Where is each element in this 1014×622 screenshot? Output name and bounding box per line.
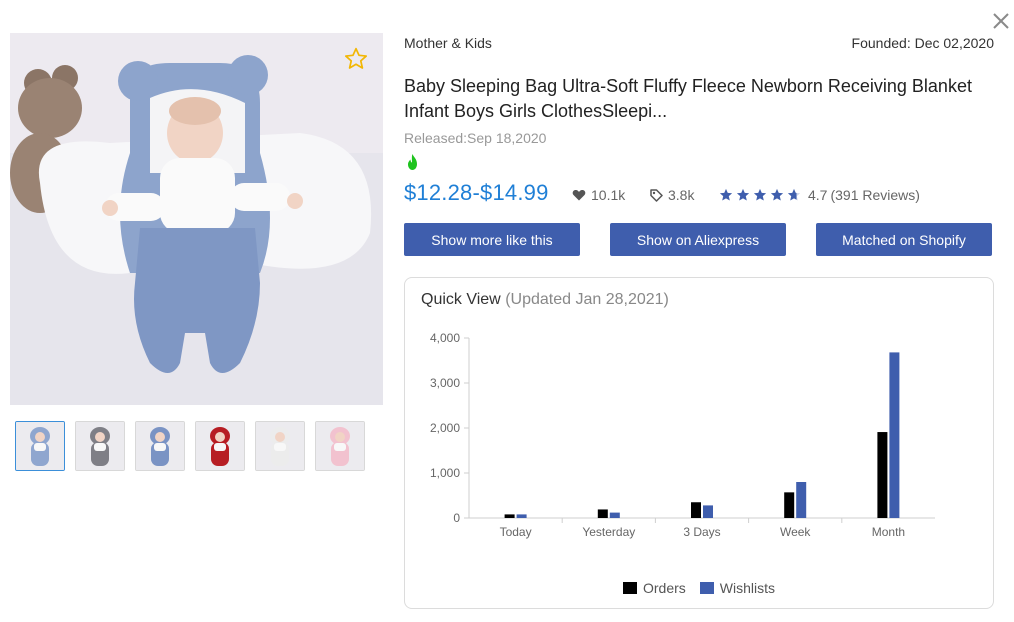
chart-legend: Orders Wishlists	[405, 580, 993, 596]
show-more-button[interactable]: Show more like this	[404, 223, 580, 256]
bar-orders-week	[784, 492, 795, 518]
likes-stat: 10.1k	[572, 187, 625, 203]
y-tick-label: 3,000	[430, 376, 460, 390]
bar-orders-3-days	[691, 502, 701, 518]
review-count: (391 Reviews)	[830, 187, 920, 203]
y-tick-label: 1,000	[430, 466, 460, 480]
product-main-image	[10, 33, 383, 405]
star-icon	[719, 188, 733, 201]
x-tick-label: Today	[500, 525, 532, 539]
legend-swatch	[622, 582, 637, 594]
close-icon[interactable]	[990, 10, 1012, 32]
tag-icon	[650, 188, 663, 202]
star-icon	[770, 188, 784, 201]
matched-on-shopify-button[interactable]: Matched on Shopify	[816, 223, 992, 256]
bar-orders-month	[877, 432, 888, 518]
legend-swatch	[699, 582, 714, 594]
product-title: Baby Sleeping Bag Ultra-Soft Fluffy Flee…	[404, 76, 972, 121]
thumbnail-2[interactable]	[75, 421, 125, 471]
released-date: Released:Sep 18,2020	[404, 130, 547, 146]
bar-wishlists-yesterday	[609, 512, 620, 518]
star-outline-icon[interactable]	[343, 46, 369, 72]
fire-icon	[408, 154, 417, 170]
price-range: $12.28-$14.99	[404, 180, 549, 205]
tags-count: 3.8k	[668, 187, 695, 203]
x-tick-label: Week	[780, 525, 811, 539]
bar-wishlists-today	[516, 514, 527, 518]
founded-date: Founded: Dec 02,2020	[851, 35, 994, 51]
show-on-aliexpress-button[interactable]: Show on Aliexpress	[610, 223, 786, 256]
x-tick-label: 3 Days	[683, 525, 720, 539]
rating-value: 4.7	[808, 187, 828, 203]
legend-label: Wishlists	[719, 580, 776, 596]
legend-wishlists: Wishlists	[699, 580, 776, 596]
thumbnail-6[interactable]	[315, 421, 365, 471]
x-tick-label: Yesterday	[582, 525, 635, 539]
tags-stat: 3.8k	[650, 187, 694, 203]
bar-orders-yesterday	[597, 509, 608, 518]
thumbnail-4[interactable]	[195, 421, 245, 471]
rating: 4.7 (391 Reviews)	[719, 187, 920, 203]
product-category: Mother & Kids	[404, 35, 492, 51]
orders-wishlists-bar-chart: 0 1,000 2,000 3,000 4,000 Today Yesterday 3 Day…	[430, 331, 935, 539]
thumbnail-5[interactable]	[255, 421, 305, 471]
y-tick-label: 0	[453, 511, 460, 525]
likes-count: 10.1k	[591, 187, 626, 203]
thumbnail-1[interactable]	[15, 421, 65, 471]
bar-wishlists-3-days	[703, 505, 713, 518]
star-icon	[787, 188, 801, 201]
y-tick-label: 4,000	[430, 331, 460, 345]
bar-wishlists-week	[796, 482, 807, 518]
rating-stars	[719, 188, 801, 202]
y-tick-label: 2,000	[430, 421, 460, 435]
legend-label: Orders	[642, 580, 686, 596]
heart-icon	[572, 189, 586, 201]
x-tick-label: Month	[872, 525, 905, 539]
star-icon	[753, 188, 767, 201]
legend-orders: Orders	[622, 580, 686, 596]
bar-wishlists-month	[889, 352, 900, 518]
star-icon	[736, 188, 750, 201]
quick-view-panel: Quick View (Updated Jan 28,2021) 0 1,000 2…	[404, 277, 994, 609]
bar-orders-today	[504, 514, 515, 518]
thumbnail-3[interactable]	[135, 421, 185, 471]
thumbnail-strip	[15, 421, 365, 471]
